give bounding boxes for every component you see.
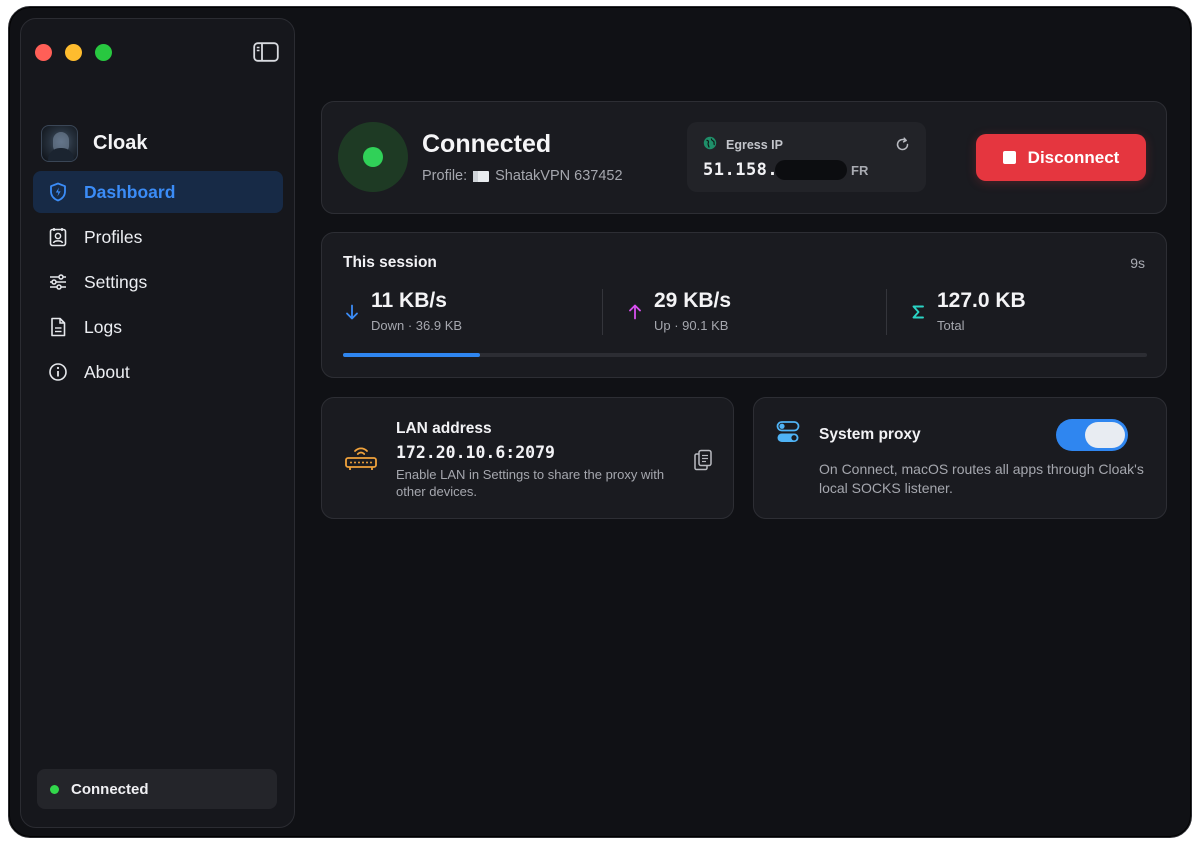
upload-rate: 29 KB/s (654, 289, 732, 312)
lan-title: LAN address (396, 420, 492, 437)
profile-name: ShatakVPN 637452 (495, 168, 623, 184)
system-proxy-title: System proxy (819, 426, 921, 443)
arrow-down-icon (343, 303, 361, 321)
lan-hint: Enable LAN in Settings to share the prox… (396, 467, 665, 499)
connection-status-title: Connected (422, 130, 552, 158)
sidebar-item-label: Settings (84, 271, 148, 292)
shield-bolt-icon (48, 182, 68, 202)
sidebar-item-label: About (84, 361, 130, 382)
flag-icon (473, 170, 490, 182)
info-icon (48, 362, 68, 382)
minimize-window-button[interactable] (65, 44, 82, 61)
ip-redaction (775, 160, 847, 180)
connection-card: Connected Profile: ShatakVPN 637452 Egre… (321, 101, 1167, 214)
system-proxy-toggle[interactable] (1056, 419, 1128, 451)
total-value: 127.0 KB (937, 289, 1026, 312)
connected-dot-icon (363, 147, 383, 167)
disconnect-label: Disconnect (1027, 147, 1120, 167)
sidebar-item-label: Dashboard (84, 181, 176, 202)
divider (886, 289, 887, 335)
toggles-icon (776, 420, 800, 444)
sidebar-item-profiles[interactable]: Profiles (33, 216, 283, 258)
brand: Cloak (41, 125, 147, 162)
session-card: This session 9s 11 KB/s Down · 36.9 KB 2… (321, 232, 1167, 378)
status-dot-icon (50, 784, 59, 794)
app-logo (41, 125, 78, 162)
session-progress (343, 353, 1147, 357)
download-stat: 11 KB/s Down · 36.9 KB (343, 289, 583, 339)
egress-header: Egress IP (703, 136, 783, 153)
sidebar-status-label: Connected (71, 780, 149, 798)
download-rate: 11 KB/s (371, 289, 447, 312)
sidebar-toggle-icon[interactable] (253, 41, 279, 63)
active-profile: Profile: ShatakVPN 637452 (422, 168, 623, 184)
close-window-button[interactable] (35, 44, 52, 61)
globe-icon (703, 136, 717, 153)
system-proxy-card: System proxy On Connect, macOS routes al… (753, 397, 1167, 519)
connection-indicator (338, 122, 408, 192)
sliders-icon (48, 272, 68, 292)
system-proxy-hint: On Connect, macOS routes all apps throug… (819, 461, 1144, 496)
total-stat: 127.0 KB Total (909, 289, 1149, 339)
copy-icon[interactable] (692, 448, 714, 472)
sidebar-item-settings[interactable]: Settings (33, 261, 283, 303)
refresh-icon[interactable] (892, 134, 912, 154)
session-title: This session (343, 254, 437, 271)
router-icon (344, 444, 378, 472)
sidebar-nav: Dashboard Profiles Settings Logs About (33, 171, 283, 396)
app-window: Cloak Dashboard Profiles Settings Logs A… (8, 6, 1192, 838)
egress-ip-panel: Egress IP 51.158. FR (687, 122, 926, 192)
sidebar-item-label: Logs (84, 316, 122, 337)
app-name: Cloak (93, 132, 148, 154)
lan-address: 172.20.10.6:2079 (396, 443, 555, 462)
disconnect-button[interactable]: Disconnect (976, 134, 1146, 181)
download-total: Down · 36.9 KB (371, 318, 463, 333)
egress-ip-value: 51.158. (703, 160, 779, 180)
upload-stat: 29 KB/s Up · 90.1 KB (626, 289, 866, 339)
upload-total: Up · 90.1 KB (654, 318, 729, 333)
toggle-knob (1085, 422, 1125, 448)
zoom-window-button[interactable] (95, 44, 112, 61)
stop-icon (1002, 151, 1016, 164)
contact-card-icon (48, 227, 68, 247)
egress-country: FR (851, 163, 869, 178)
arrow-up-icon (626, 303, 644, 321)
sidebar-connection-status: Connected (37, 769, 277, 809)
profile-prefix: Profile: (422, 168, 468, 184)
sidebar-item-dashboard[interactable]: Dashboard (33, 171, 283, 213)
sidebar: Cloak Dashboard Profiles Settings Logs A… (20, 18, 295, 828)
lan-card: LAN address 172.20.10.6:2079 Enable LAN … (321, 397, 734, 519)
sidebar-item-about[interactable]: About (33, 351, 283, 393)
session-elapsed: 9s (1130, 255, 1145, 271)
total-label: Total (937, 318, 965, 333)
document-icon (48, 317, 68, 337)
sidebar-item-logs[interactable]: Logs (33, 306, 283, 348)
egress-label: Egress IP (726, 137, 783, 152)
session-progress-fill (343, 353, 480, 357)
sigma-icon (909, 303, 927, 321)
divider (602, 289, 603, 335)
sidebar-item-label: Profiles (84, 226, 143, 247)
